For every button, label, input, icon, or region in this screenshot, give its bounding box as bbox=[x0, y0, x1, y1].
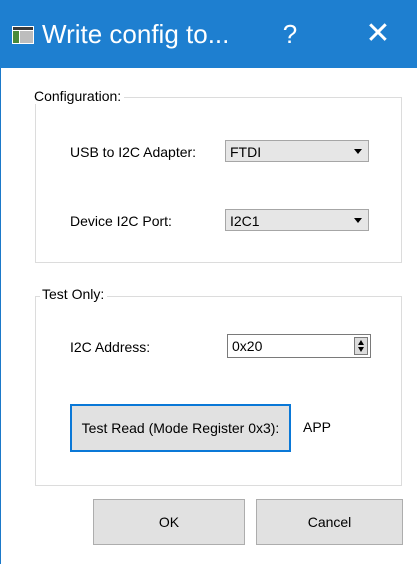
adapter-select[interactable]: FTDI bbox=[225, 140, 369, 162]
ok-button-label: OK bbox=[158, 514, 180, 530]
test-read-result: APP bbox=[303, 419, 332, 435]
adapter-select-value: FTDI bbox=[230, 144, 262, 160]
configuration-group-label: Configuration: bbox=[32, 88, 125, 104]
window-border bbox=[0, 0, 1, 564]
chevron-down-icon bbox=[354, 149, 362, 154]
port-select-value: I2C1 bbox=[230, 213, 260, 229]
spinner-buttons[interactable] bbox=[354, 337, 368, 355]
app-window-icon bbox=[12, 26, 34, 44]
i2c-address-label: I2C Address: bbox=[70, 339, 151, 355]
ok-button[interactable]: OK bbox=[93, 499, 245, 545]
test-only-group bbox=[35, 296, 402, 486]
port-label: Device I2C Port: bbox=[70, 213, 172, 229]
title-bar[interactable]: Write config to... ? ✕ bbox=[0, 0, 417, 68]
cancel-button-label: Cancel bbox=[307, 514, 352, 530]
test-only-group-label: Test Only: bbox=[40, 286, 108, 302]
spin-down-icon[interactable] bbox=[358, 347, 364, 352]
configuration-group bbox=[35, 97, 402, 263]
close-icon[interactable]: ✕ bbox=[356, 14, 400, 54]
port-select[interactable]: I2C1 bbox=[225, 209, 369, 231]
adapter-label: USB to I2C Adapter: bbox=[70, 144, 197, 160]
dialog-window: Write config to... ? ✕ Configuration: US… bbox=[0, 0, 417, 564]
cancel-button[interactable]: Cancel bbox=[256, 499, 403, 545]
window-title: Write config to... bbox=[42, 19, 230, 49]
chevron-down-icon bbox=[354, 218, 362, 223]
i2c-address-value: 0x20 bbox=[232, 338, 263, 354]
spin-up-icon[interactable] bbox=[358, 340, 364, 345]
help-button[interactable]: ? bbox=[270, 14, 310, 54]
test-read-button-label: Test Read (Mode Register 0x3): bbox=[81, 420, 280, 436]
test-read-button[interactable]: Test Read (Mode Register 0x3): bbox=[70, 404, 291, 452]
i2c-address-spinbox[interactable]: 0x20 bbox=[227, 334, 371, 358]
